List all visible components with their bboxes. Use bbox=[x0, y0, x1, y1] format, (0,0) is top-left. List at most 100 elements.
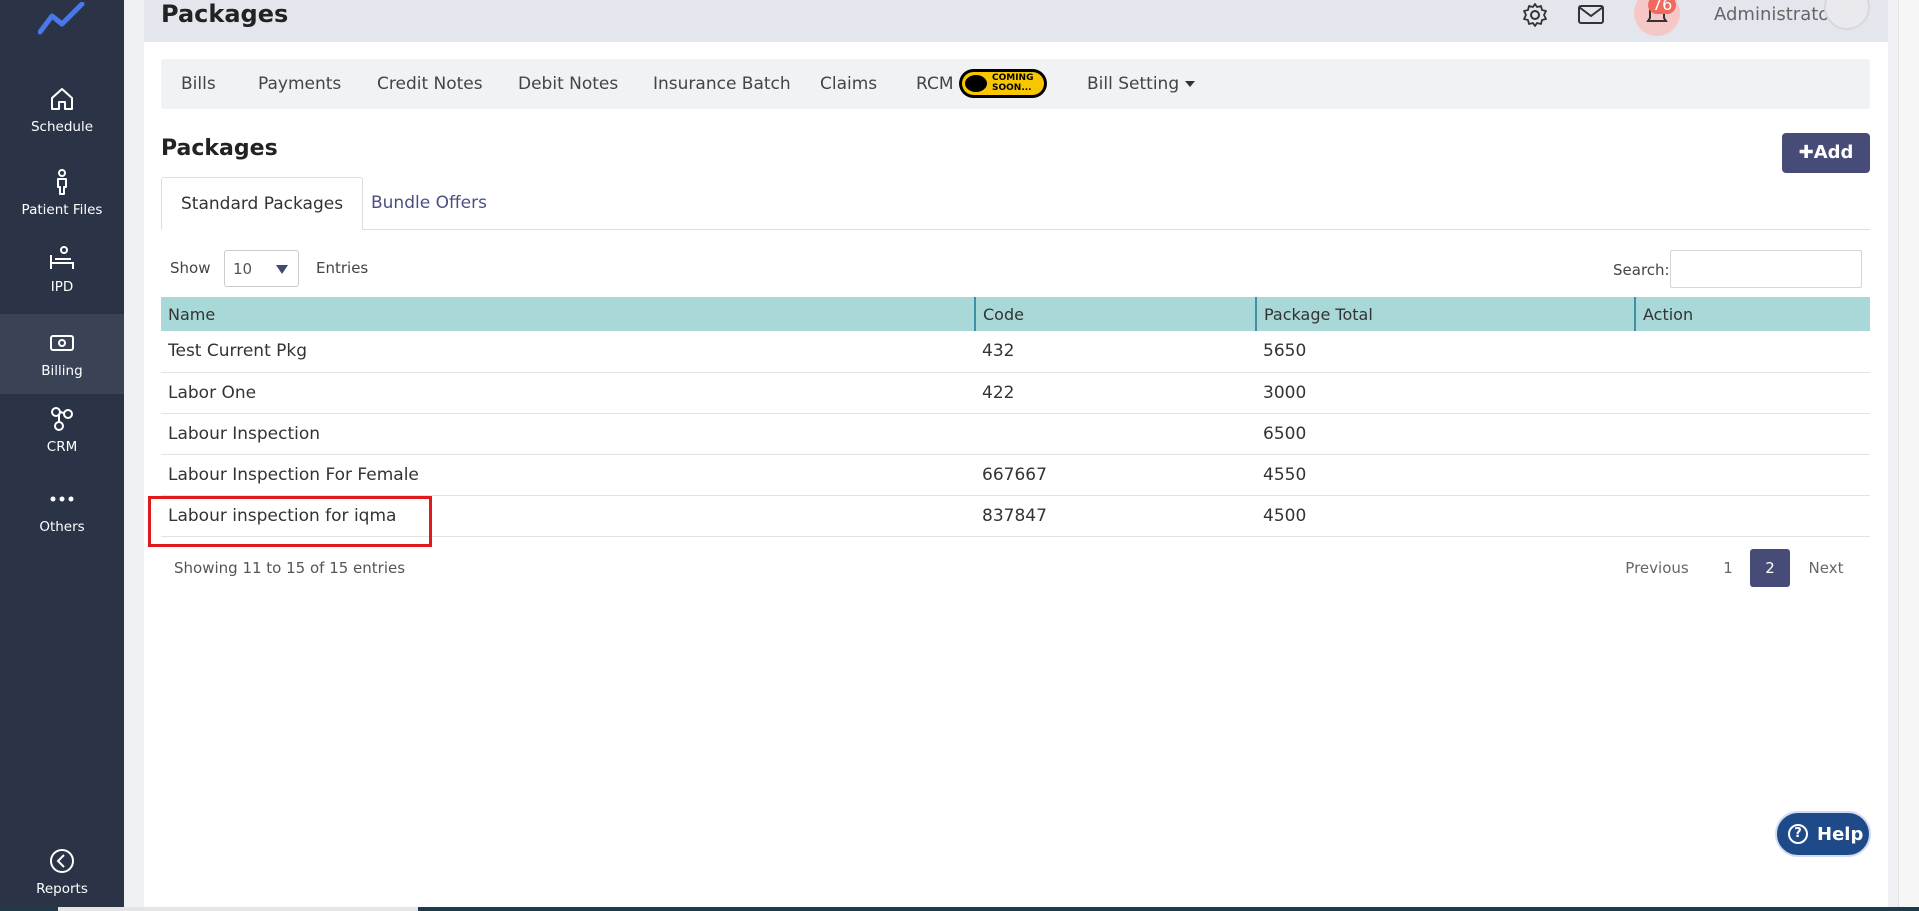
entries-value: 10 bbox=[233, 260, 253, 278]
megaphone-icon bbox=[965, 75, 987, 92]
coming-soon-badge: COMING SOON... bbox=[959, 69, 1047, 98]
bottom-bar-segment bbox=[58, 907, 418, 911]
coming-soon-text: COMING SOON... bbox=[992, 73, 1034, 93]
entries-select[interactable]: 10 bbox=[224, 250, 299, 287]
cell-total: 6500 bbox=[1263, 423, 1307, 444]
scrollbar[interactable] bbox=[1898, 0, 1919, 911]
bottom-bar bbox=[0, 907, 1919, 911]
table-row[interactable]: Labour Inspection 6500 bbox=[161, 413, 1870, 454]
cell-name: Labour Inspection For Female bbox=[168, 464, 419, 485]
plus-icon: ✚ bbox=[1798, 142, 1814, 163]
help-label: Help bbox=[1817, 824, 1864, 845]
top-bar: Packages 76 Administrator bbox=[144, 0, 1888, 42]
subnav-debit-notes[interactable]: Debit Notes bbox=[518, 74, 618, 94]
subnav-rcm[interactable]: RCM bbox=[916, 74, 954, 94]
sidebar-item-label: Others bbox=[39, 519, 85, 535]
show-label: Show bbox=[170, 259, 211, 277]
bed-icon bbox=[50, 246, 74, 269]
pagination-page-2[interactable]: 2 bbox=[1750, 549, 1790, 587]
page-title: Packages bbox=[161, 0, 289, 28]
showing-entries-text: Showing 11 to 15 of 15 entries bbox=[174, 559, 406, 577]
tab-bundle-offers[interactable]: Bundle Offers bbox=[371, 177, 487, 230]
user-name[interactable]: Administrator bbox=[1714, 4, 1837, 25]
sidebar-item-label: Patient Files bbox=[21, 202, 103, 218]
table-row[interactable]: Labour inspection for iqma 837847 4500 bbox=[161, 495, 1870, 536]
column-header-action: Action bbox=[1643, 304, 1694, 324]
money-icon bbox=[50, 335, 74, 351]
cell-code: 667667 bbox=[982, 464, 1047, 485]
cell-total: 5650 bbox=[1263, 341, 1307, 362]
cell-code: 837847 bbox=[982, 505, 1047, 526]
packages-table: Name Code Package Total Action Test Curr… bbox=[161, 297, 1870, 537]
person-icon bbox=[57, 169, 67, 195]
sidebar-item-ipd[interactable]: IPD bbox=[0, 245, 124, 295]
entries-label: Entries bbox=[316, 259, 369, 277]
cell-name: Labour Inspection bbox=[168, 423, 321, 444]
mail-icon[interactable] bbox=[1576, 0, 1606, 30]
column-header-name[interactable]: Name bbox=[161, 297, 976, 331]
chart-icon bbox=[50, 849, 74, 873]
sidebar-item-label: CRM bbox=[46, 439, 78, 455]
add-button[interactable]: ✚Add bbox=[1782, 133, 1870, 173]
pagination-next[interactable]: Next bbox=[1800, 549, 1852, 587]
package-tabs: Standard Packages Bundle Offers bbox=[161, 177, 1870, 230]
bill-setting-label: Bill Setting bbox=[1087, 74, 1180, 94]
avatar[interactable] bbox=[1824, 0, 1870, 30]
table-row[interactable]: Labor One 422 3000 bbox=[161, 372, 1870, 413]
tab-standard-packages[interactable]: Standard Packages bbox=[161, 177, 364, 230]
help-button[interactable]: ? Help bbox=[1775, 811, 1871, 857]
cell-action bbox=[1635, 413, 1870, 454]
gear-icon[interactable] bbox=[1520, 0, 1550, 30]
more-icon bbox=[50, 496, 74, 502]
subnav-credit-notes[interactable]: Credit Notes bbox=[377, 74, 483, 94]
question-icon: ? bbox=[1788, 824, 1808, 844]
cell-code bbox=[975, 413, 1256, 454]
cell-name: Test Current Pkg bbox=[168, 341, 308, 362]
search-label: Search: bbox=[1613, 261, 1670, 279]
sidebar-item-patient-files[interactable]: Patient Files bbox=[0, 168, 124, 218]
sidebar: Schedule Patient Files IPD Billing CRM O… bbox=[0, 0, 124, 911]
search-input[interactable] bbox=[1670, 250, 1862, 288]
table-row[interactable]: Labour Inspection For Female 667667 4550 bbox=[161, 454, 1870, 495]
coming-soon-badge-fill: COMING SOON... bbox=[962, 72, 1044, 95]
home-icon bbox=[51, 88, 73, 110]
sidebar-item-schedule[interactable]: Schedule bbox=[0, 85, 124, 135]
notification-count: 76 bbox=[1648, 0, 1677, 14]
table-header-row: Name Code Package Total Action bbox=[161, 297, 1870, 331]
cell-name: Labour inspection for iqma bbox=[168, 505, 397, 526]
section-title: Packages bbox=[161, 136, 278, 161]
subnav-claims[interactable]: Claims bbox=[820, 74, 877, 94]
caret-down-icon bbox=[276, 265, 288, 274]
notification-button[interactable]: 76 bbox=[1634, 0, 1680, 36]
sidebar-item-crm[interactable]: CRM bbox=[0, 405, 124, 455]
network-icon bbox=[51, 407, 73, 431]
cell-total: 4550 bbox=[1263, 464, 1307, 485]
pagination-previous[interactable]: Previous bbox=[1620, 549, 1694, 587]
cell-code: 422 bbox=[982, 382, 1015, 403]
cell-action bbox=[1635, 331, 1870, 372]
cell-action bbox=[1635, 372, 1870, 413]
subnav-bill-setting[interactable]: Bill Setting bbox=[1087, 74, 1196, 94]
sidebar-item-billing[interactable]: Billing bbox=[0, 314, 124, 394]
pagination-page-1[interactable]: 1 bbox=[1715, 549, 1741, 587]
subnav-bills[interactable]: Bills bbox=[181, 74, 216, 94]
cell-total: 4500 bbox=[1263, 505, 1307, 526]
subnav-payments[interactable]: Payments bbox=[258, 74, 341, 94]
sidebar-item-label: IPD bbox=[50, 279, 74, 295]
sidebar-item-label: Schedule bbox=[30, 119, 94, 135]
cell-total: 3000 bbox=[1263, 382, 1307, 403]
column-header-code[interactable]: Code bbox=[975, 297, 1257, 331]
column-header-package-total[interactable]: Package Total bbox=[1256, 297, 1636, 331]
cell-name: Labor One bbox=[168, 382, 257, 403]
sidebar-item-others[interactable]: Others bbox=[0, 485, 124, 535]
cell-code: 432 bbox=[982, 341, 1015, 362]
chevron-down-icon bbox=[1185, 81, 1196, 87]
cell-action bbox=[1635, 495, 1870, 536]
trend-logo-icon[interactable] bbox=[38, 2, 86, 38]
sidebar-item-reports[interactable]: Reports bbox=[0, 847, 124, 897]
sidebar-item-label: Reports bbox=[36, 881, 88, 897]
add-label: Add bbox=[1813, 142, 1854, 163]
subnav-insurance-batch[interactable]: Insurance Batch bbox=[653, 74, 791, 94]
sidebar-item-label: Billing bbox=[41, 363, 83, 379]
table-row[interactable]: Test Current Pkg 432 5650 bbox=[161, 331, 1870, 372]
